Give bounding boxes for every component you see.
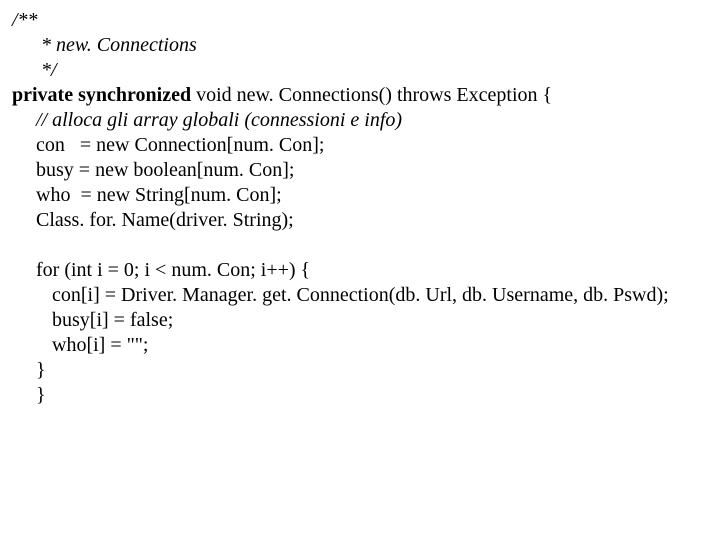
stmt-busy: busy = new boolean[num. Con];: [12, 158, 708, 183]
javadoc-open: /**: [12, 8, 708, 33]
for-stmt-who: who[i] = "";: [12, 333, 708, 358]
signature-rest: void new. Connections() throws Exception…: [191, 84, 552, 106]
stmt-who: who = new String[num. Con];: [12, 183, 708, 208]
method-signature: private synchronized void new. Connectio…: [12, 83, 708, 108]
keyword-private: private: [12, 84, 73, 106]
blank-line: [12, 233, 708, 258]
for-stmt-busy: busy[i] = false;: [12, 308, 708, 333]
for-loop-open: for (int i = 0; i < num. Con; i++) {: [12, 258, 708, 283]
stmt-con: con = new Connection[num. Con];: [12, 133, 708, 158]
keyword-synchronized: synchronized: [78, 84, 191, 106]
comment-alloc: // alloca gli array globali (connessioni…: [12, 108, 708, 133]
stmt-class: Class. for. Name(driver. String);: [12, 208, 708, 233]
javadoc-close: */: [12, 58, 708, 83]
method-close: }: [12, 383, 708, 408]
for-loop-close: }: [12, 358, 708, 383]
for-stmt-con: con[i] = Driver. Manager. get. Connectio…: [12, 283, 708, 308]
javadoc-line: * new. Connections: [12, 33, 708, 58]
